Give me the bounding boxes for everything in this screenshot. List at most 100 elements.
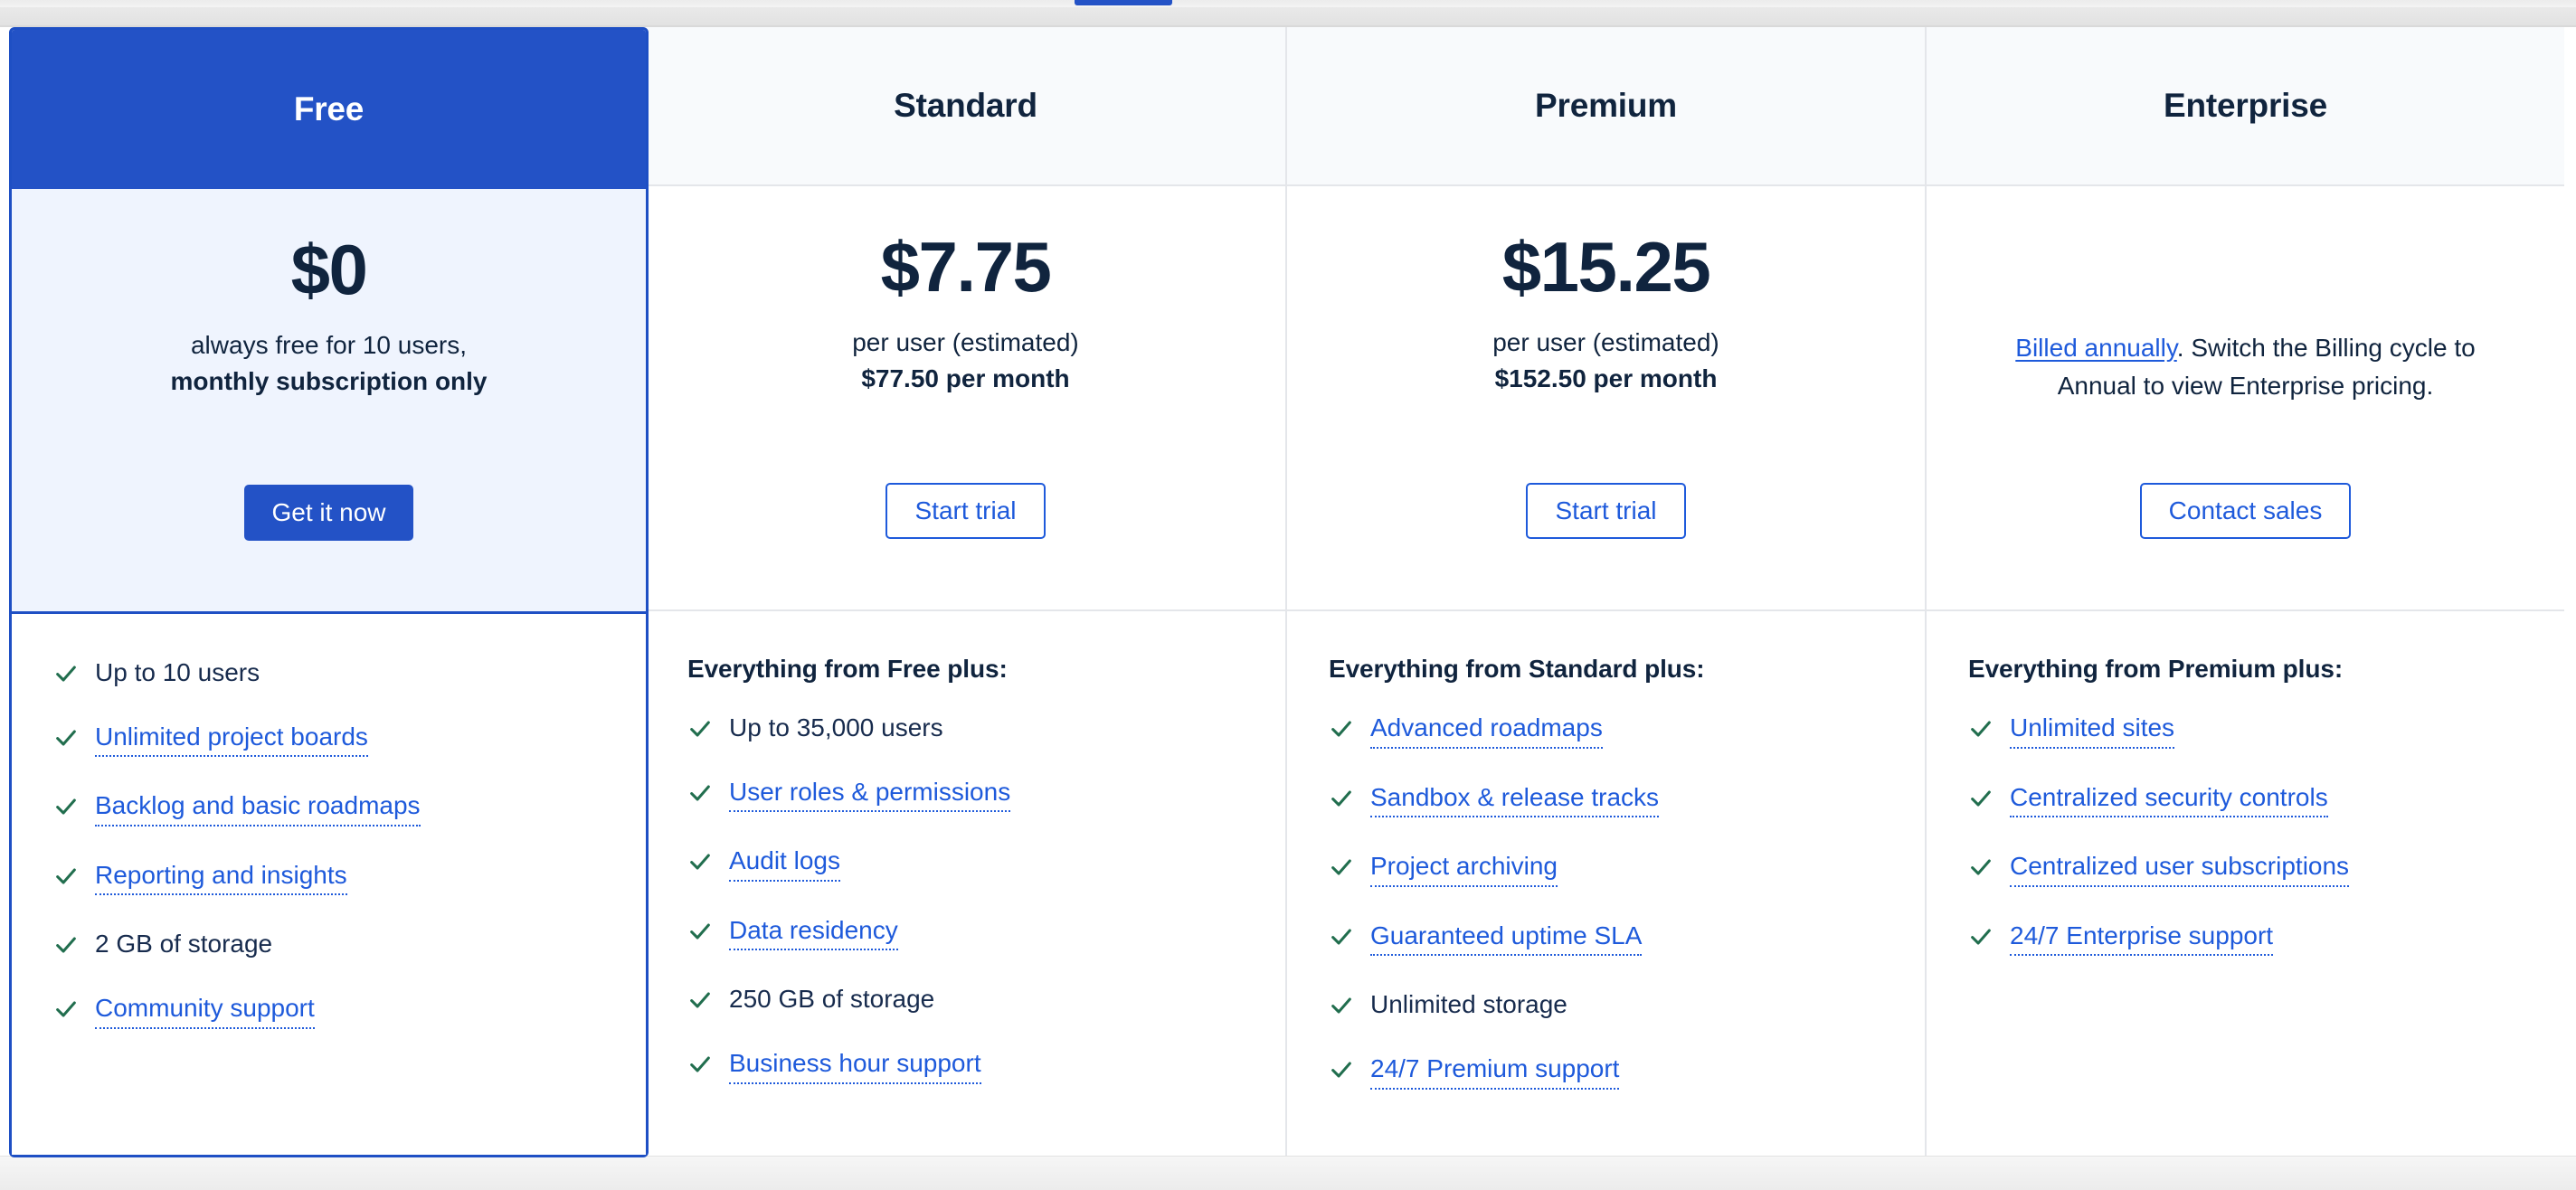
plan-price-panel: $15.25 per user (estimated) $152.50 per mo… [1287, 186, 1925, 611]
feature-item: Centralized security controls [1968, 782, 2523, 818]
plan-features-list: Everything from Premium plus: Unlimited s… [1927, 611, 2564, 1157]
feature-item: Unlimited project boards [53, 722, 604, 758]
feature-item: Sandbox & release tracks [1329, 782, 1883, 818]
feature-label: Unlimited storage [1370, 990, 1567, 1019]
features-heading: Everything from Free plus: [687, 655, 1008, 683]
plan-header-enterprise: Enterprise [1927, 27, 2564, 186]
pricing-plan-table: Free $0 always free for 10 users, monthly s… [9, 27, 2567, 1157]
plan-column-free: Free $0 always free for 10 users, monthly s… [9, 27, 649, 1157]
plan-price-panel: $7.75 per user (estimated) $77.50 per mont… [646, 186, 1285, 611]
plan-price-amount: $15.25 [1501, 227, 1711, 307]
feature-item: Community support [53, 993, 604, 1029]
plan-name: Free [293, 90, 365, 128]
plan-cta-button-premium[interactable]: Start trial [1526, 483, 1686, 539]
plan-price-amount: $7.75 [880, 227, 1052, 307]
check-icon [1329, 924, 1354, 949]
plan-price-subtitle: per user (estimated) [1492, 328, 1719, 356]
feature-label: 2 GB of storage [95, 930, 273, 959]
plan-column-enterprise: Enterprise Billed annually. Switch the Bi… [1925, 27, 2564, 1157]
check-icon [1329, 1057, 1354, 1082]
plan-price-subtitle: always free for 10 users, [190, 331, 468, 359]
plan-price-panel: $0 always free for 10 users, monthly subsc… [12, 189, 646, 614]
feature-link[interactable]: Unlimited sites [2010, 713, 2175, 749]
feature-item: User roles & permissions [687, 777, 1244, 813]
check-icon [1968, 786, 1994, 811]
feature-item: Audit logs [687, 845, 1244, 882]
feature-item: Centralized user subscriptions [1968, 851, 2523, 887]
check-icon [1329, 786, 1354, 811]
features-heading: Everything from Premium plus: [1968, 655, 2344, 683]
check-icon [53, 794, 79, 819]
feature-item: Project archiving [1329, 851, 1883, 887]
feature-link[interactable]: Sandbox & release tracks [1370, 782, 1660, 818]
features-heading: Everything from Standard plus: [1329, 655, 1705, 683]
feature-item: 2 GB of storage [53, 929, 604, 959]
feature-link[interactable]: Centralized user subscriptions [2010, 851, 2350, 887]
check-icon [53, 725, 79, 751]
plan-column-premium: Premium $15.25 per user (estimated) $152.50… [1285, 27, 1925, 1157]
feature-item: Guaranteed uptime SLA [1329, 921, 1883, 957]
feature-link[interactable]: User roles & permissions [729, 777, 1011, 813]
feature-item: Business hour support [687, 1048, 1244, 1084]
feature-item: 250 GB of storage [687, 984, 1244, 1015]
plan-cta-button-free[interactable]: Get it now [244, 485, 413, 541]
page-top-divider [0, 7, 2576, 27]
feature-link[interactable]: 24/7 Premium support [1370, 1053, 1620, 1090]
feature-link[interactable]: Advanced roadmaps [1370, 713, 1603, 749]
feature-link[interactable]: Centralized security controls [2010, 782, 2328, 818]
plan-header-premium: Premium [1287, 27, 1925, 186]
feature-link[interactable]: Unlimited project boards [95, 722, 368, 758]
plan-header-free: Free [12, 30, 646, 189]
billed-annually-link[interactable]: Billed annually [2015, 334, 2177, 362]
check-icon [1329, 993, 1354, 1018]
feature-item: Reporting and insights [53, 860, 604, 896]
feature-link[interactable]: Project archiving [1370, 851, 1558, 887]
plan-name: Standard [894, 87, 1037, 124]
feature-link[interactable]: Guaranteed uptime SLA [1370, 921, 1643, 957]
check-icon [1329, 855, 1354, 880]
feature-label: Up to 35,000 users [729, 713, 943, 741]
feature-link[interactable]: 24/7 Enterprise support [2010, 921, 2274, 957]
feature-item: Backlog and basic roadmaps [53, 790, 604, 826]
plan-header-standard: Standard [646, 27, 1285, 186]
feature-item: Up to 10 users [53, 657, 604, 688]
plan-price-secondary: monthly subscription only [170, 366, 488, 395]
browser-top-strip [0, 0, 2576, 7]
feature-link[interactable]: Audit logs [729, 845, 840, 882]
check-icon [53, 661, 79, 686]
check-icon [1968, 855, 1994, 880]
plan-features-list: Up to 10 users Unlimited project boards Ba… [12, 614, 646, 1155]
check-icon [1968, 924, 1994, 949]
feature-label: 250 GB of storage [729, 985, 935, 1014]
check-icon [687, 780, 713, 806]
plan-features-list: Everything from Standard plus: Advanced r… [1287, 611, 1925, 1157]
plan-cta-wrapper: Contact sales [2139, 483, 2352, 539]
plan-cta-button-enterprise[interactable]: Contact sales [2139, 483, 2352, 539]
check-icon [687, 919, 713, 944]
feature-link[interactable]: Data residency [729, 915, 898, 951]
feature-item: 24/7 Premium support [1329, 1053, 1883, 1090]
plan-cta-wrapper: Start trial [1526, 483, 1686, 539]
plan-name: Enterprise [2163, 87, 2327, 124]
page-bottom-strip [0, 1156, 2576, 1190]
plan-column-standard: Standard $7.75 per user (estimated) $77.50 … [646, 27, 1285, 1157]
plan-cta-button-standard[interactable]: Start trial [886, 483, 1046, 539]
feature-link[interactable]: Reporting and insights [95, 860, 347, 896]
feature-item: Data residency [687, 915, 1244, 951]
check-icon [53, 932, 79, 958]
feature-link[interactable]: Business hour support [729, 1048, 981, 1084]
feature-item: 24/7 Enterprise support [1968, 921, 2523, 957]
plan-price-panel: Billed annually. Switch the Billing cycl… [1927, 186, 2564, 611]
feature-item: Advanced roadmaps [1329, 713, 1883, 749]
billing-cycle-toggle-chip[interactable] [1075, 0, 1172, 5]
check-icon [1329, 716, 1354, 741]
plan-cta-wrapper: Get it now [244, 485, 413, 541]
check-icon [687, 1052, 713, 1077]
feature-link[interactable]: Backlog and basic roadmaps [95, 790, 421, 826]
check-icon [1968, 716, 1994, 741]
feature-item: Unlimited storage [1329, 989, 1883, 1020]
plan-name: Premium [1535, 87, 1677, 124]
plan-price-secondary: $152.50 per month [1494, 364, 1718, 392]
feature-link[interactable]: Community support [95, 993, 315, 1029]
check-icon [687, 987, 713, 1013]
